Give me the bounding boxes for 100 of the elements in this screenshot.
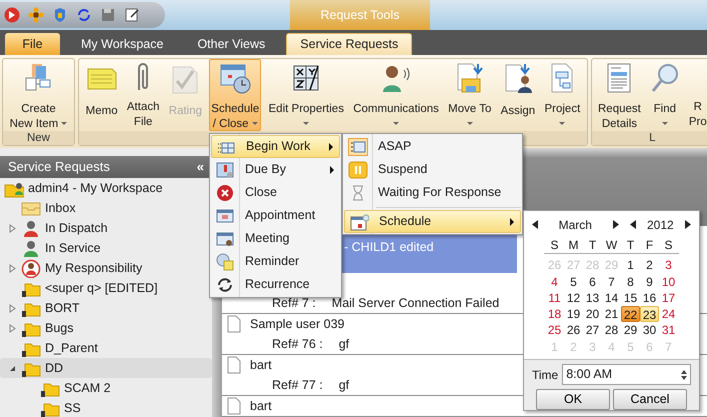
tree-item[interactable]: In Service [0,238,212,258]
calendar-day[interactable]: 31 [659,322,678,339]
calendar-day[interactable]: 29 [621,322,640,339]
menu-item[interactable]: Schedule [344,210,521,233]
collapse-button[interactable]: « [196,157,204,177]
tree-item[interactable]: In Dispatch [0,218,212,238]
calendar-day[interactable]: 18 [545,306,564,322]
calendar-day[interactable]: 13 [583,290,602,306]
panel-title: Service Requests [8,158,110,176]
menu-item[interactable]: Due By [211,158,340,181]
ribbon-button[interactable]: Communications [351,59,441,131]
tree-item-label: Bugs [45,320,74,337]
tree-item[interactable]: DD [0,358,212,378]
tree-item[interactable]: SCAM 2 [0,378,212,398]
contextual-tab-title: Request Tools [320,6,400,24]
calendar-day[interactable]: 11 [545,290,564,306]
calendar-day[interactable]: 3 [659,257,678,274]
calendar-day[interactable]: 25 [545,322,564,339]
calendar-icon [215,161,235,179]
request-row[interactable]: Sample user 039 [222,314,517,334]
tree-item[interactable]: BORT [0,298,212,318]
request-row[interactable]: bart [222,396,517,416]
next-month-button[interactable] [612,220,618,230]
calendar-day[interactable]: 23 [640,306,659,322]
calendar-day[interactable]: 22 [621,306,640,322]
menu-item[interactable]: Recurrence [211,273,340,296]
calendar-day[interactable]: 28 [602,322,621,339]
ribbon-button[interactable]: Memo [84,59,120,131]
calendar-day[interactable]: 7 [602,274,621,290]
calendar-day[interactable]: 9 [640,274,659,290]
refresh-icon [215,276,235,294]
ribbon-tab[interactable]: Other Views [184,33,278,55]
calendar-day[interactable]: 21 [602,306,621,322]
weekday-label: T [588,236,598,254]
calendar-day[interactable]: 26 [564,322,583,339]
calendar-day[interactable]: 17 [659,290,678,306]
tree-item[interactable]: SS [0,398,212,417]
ref-number: Ref# 77 : [272,376,323,394]
ribbon-button[interactable]: Move To [446,59,494,131]
weekday-label: M [568,236,580,254]
request-title: - CHILD1 edited [344,239,434,256]
menu-item[interactable]: ASAP [344,135,521,158]
person-icon [21,258,41,278]
tree-item[interactable]: Inbox [0,198,212,218]
pause-icon [348,161,368,179]
calendar-day[interactable]: 5 [564,274,583,290]
person-icon [21,238,41,258]
time-field[interactable]: 8:00 AM [562,364,691,385]
previous-month-button[interactable] [532,220,538,230]
ribbon-tab[interactable]: My Workspace [68,33,176,55]
ribbon-button[interactable]: Edit Properties [266,59,346,131]
list-icon [348,138,368,156]
document-icon [226,356,242,374]
ribbon-button[interactable]: Schedule / Close [209,59,262,131]
ribbon-button[interactable]: Attach File [124,59,162,131]
calendar-day[interactable]: 20 [583,306,602,322]
ref-number: Ref# 76 : [272,336,323,353]
ribbon-tab[interactable]: File [5,33,60,55]
ribbon-tab[interactable]: Service Requests [286,33,412,55]
calendar-day[interactable]: 27 [583,322,602,339]
tree-item-label: D_Parent [45,340,98,357]
tree-item[interactable]: My Responsibility [0,258,212,278]
calendar-day[interactable]: 16 [640,290,659,306]
calendar-day[interactable]: 14 [602,290,621,306]
previous-year-button[interactable] [630,220,636,230]
ribbon-button[interactable]: Assign [498,59,538,131]
tree-item-label: BORT [45,300,80,317]
calendar-day[interactable]: 24 [659,306,678,322]
menu-item[interactable]: Suspend [344,158,521,181]
calendar-day[interactable]: 19 [564,306,583,322]
menu-item[interactable]: Begin Work [211,135,340,158]
calendar-day[interactable]: 12 [564,290,583,306]
menu-item[interactable]: Close [211,181,340,204]
tree-item[interactable]: Bugs [0,318,212,338]
calendar-day[interactable]: 4 [545,274,564,290]
menu-item[interactable]: Waiting For Response [344,181,521,204]
calendar-icon [215,207,235,225]
dialog-button[interactable]: OK [536,389,610,410]
ribbon-button[interactable]: Create New Item [8,59,70,131]
month-label: March [558,216,593,234]
ribbon-button[interactable]: Request Details [596,59,643,131]
ribbon-button[interactable]: Project [542,59,582,131]
ribbon-button[interactable]: R Pro [686,59,707,131]
calendar-day[interactable]: 30 [640,322,659,339]
next-year-button[interactable] [684,220,691,230]
calendar-day[interactable]: 6 [583,274,602,290]
tree-item[interactable]: <super q> [EDITED] [0,278,212,298]
dialog-button[interactable]: Cancel [613,389,687,410]
calendar-day[interactable]: 15 [621,290,640,306]
menu-item[interactable]: Appointment [211,204,340,227]
request-row[interactable]: bart [222,355,517,375]
calendar-day[interactable]: 8 [621,274,640,290]
tree-item[interactable]: D_Parent [0,338,212,358]
tree-item[interactable]: admin4 - My Workspace [0,178,212,198]
clock-note-icon [215,253,235,271]
ribbon-button[interactable]: Find [646,59,683,131]
calendar-day[interactable]: 2 [640,257,659,274]
calendar-icon [349,214,369,232]
calendar-day[interactable]: 10 [659,274,678,290]
calendar-day[interactable]: 1 [621,257,640,274]
